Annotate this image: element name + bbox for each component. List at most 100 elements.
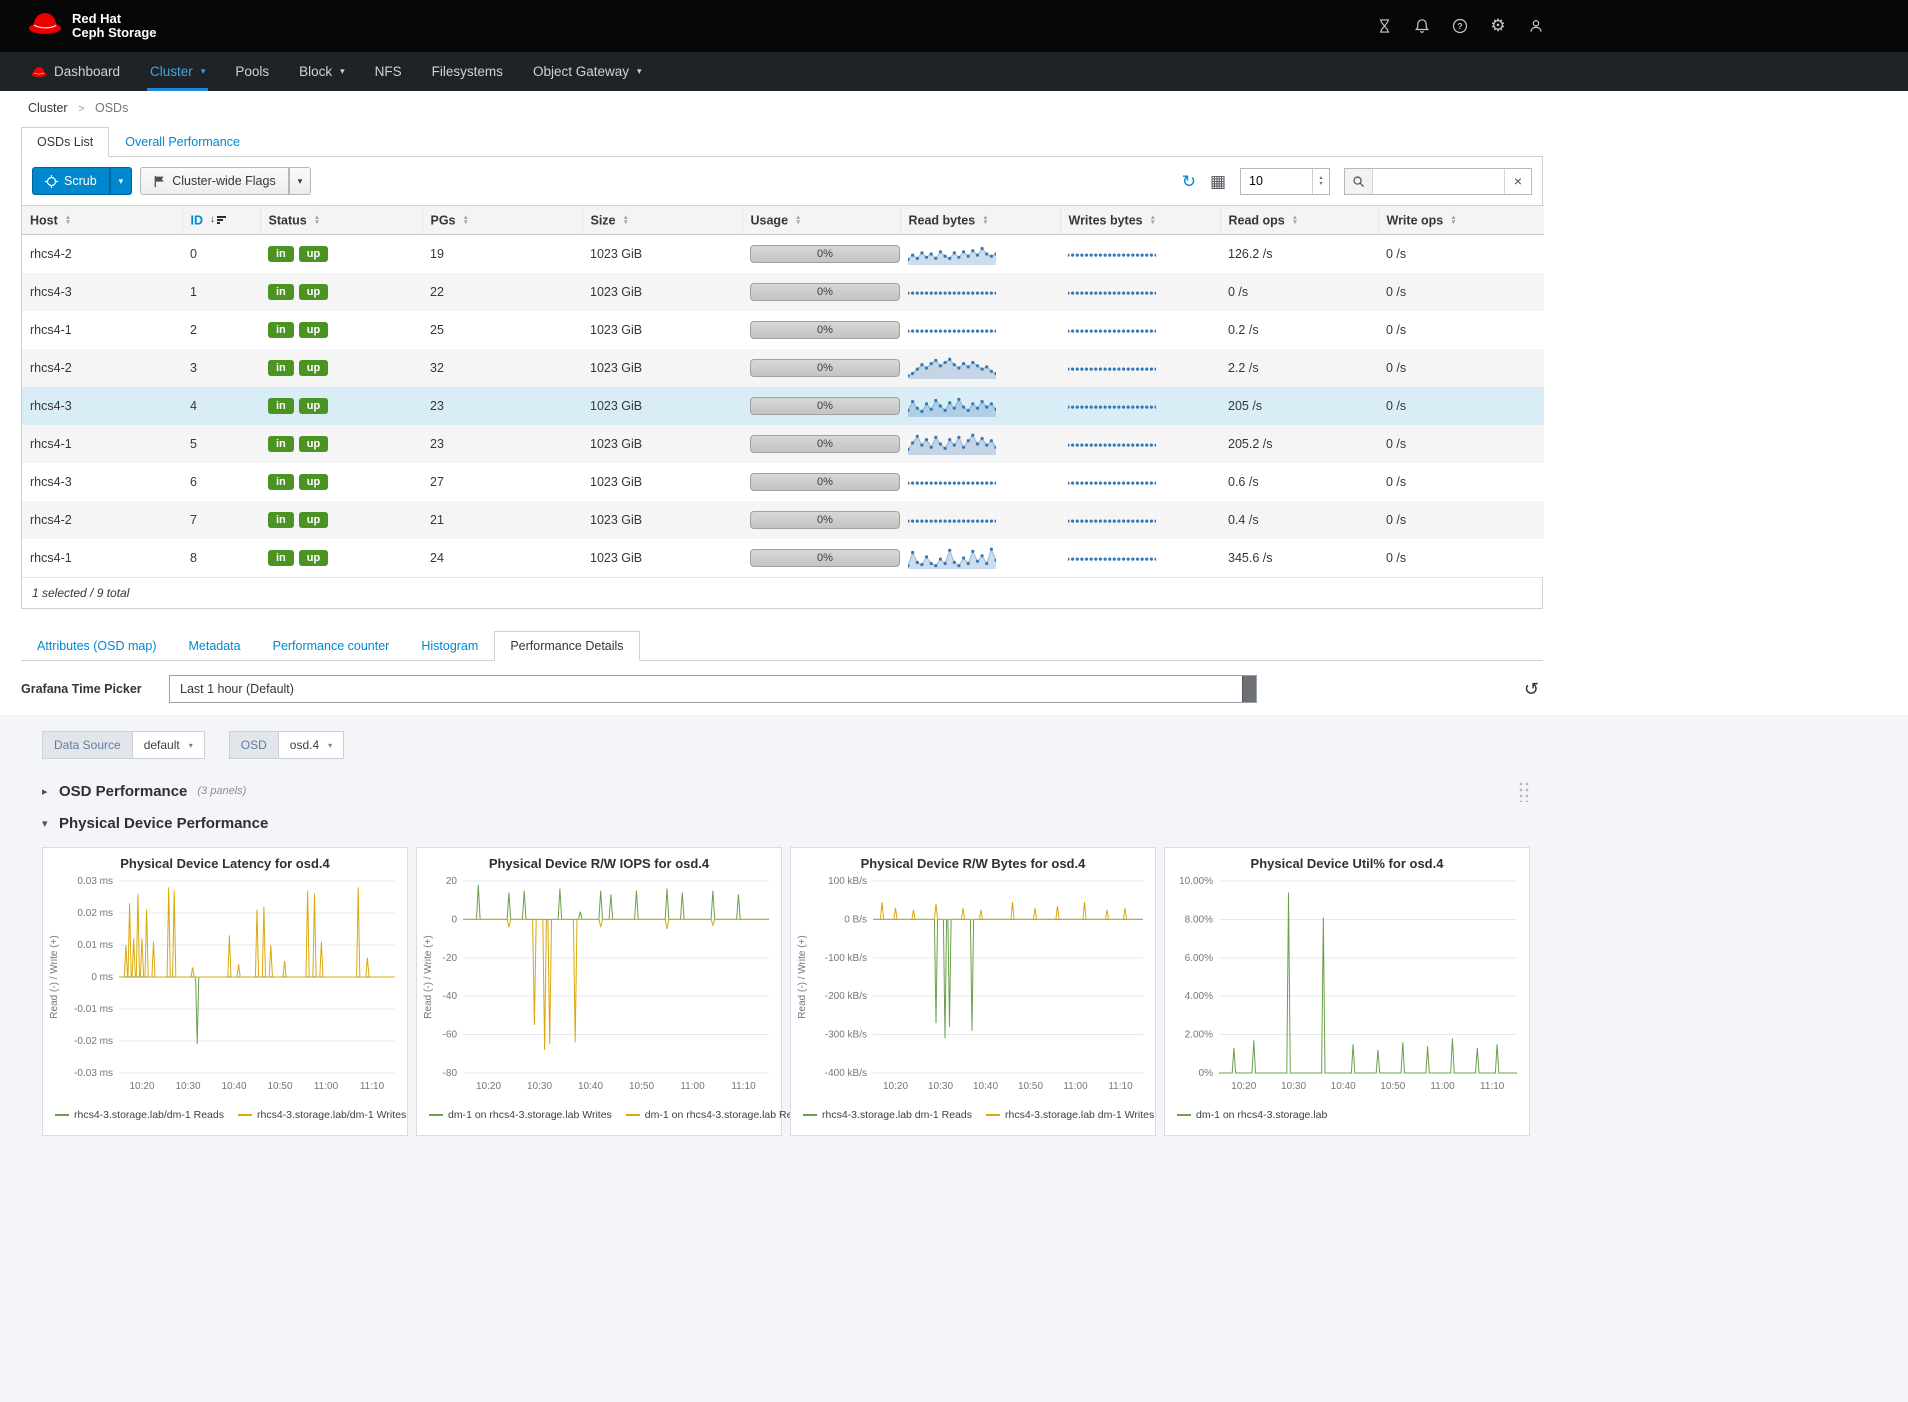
nav-item-cluster[interactable]: Cluster▾ — [135, 52, 220, 91]
svg-text:11:10: 11:10 — [731, 1081, 756, 1092]
usage-bar: 0% — [750, 321, 900, 339]
osd-host: rhcs4-3 — [22, 387, 182, 425]
panel-title[interactable]: Physical Device Util% for osd.4 — [1165, 848, 1529, 871]
svg-text:10:50: 10:50 — [1018, 1081, 1043, 1092]
variable-select-data-source[interactable]: default▾ — [133, 731, 205, 759]
osd-host: rhcs4-1 — [22, 311, 182, 349]
detail-tab-attributes-osd-map[interactable]: Attributes (OSD map) — [21, 631, 172, 661]
detail-tab-performance-details[interactable]: Performance Details — [494, 631, 639, 661]
hourglass-icon[interactable] — [1375, 17, 1393, 35]
tab-overall-performance[interactable]: Overall Performance — [109, 127, 256, 157]
panel-title[interactable]: Physical Device Latency for osd.4 — [43, 848, 407, 871]
status-badge-up: up — [299, 436, 328, 452]
osd-row-6[interactable]: rhcs4-36inup271023 GiB0%0.6 /s0 /s — [22, 463, 1544, 501]
legend-item-rhcs4-3-storage-lab-dm-1-writes[interactable]: rhcs4-3.storage.lab/dm-1 Writes — [238, 1109, 406, 1121]
legend-color-key — [55, 1114, 69, 1116]
nav-item-dashboard[interactable]: Dashboard — [16, 52, 135, 91]
breadcrumb-cluster[interactable]: Cluster — [28, 101, 68, 115]
writes-bytes-sparkline — [1060, 463, 1220, 501]
legend-item-rhcs4-3-storage-lab-dm-1-reads[interactable]: rhcs4-3.storage.lab/dm-1 Reads — [55, 1109, 224, 1121]
variable-select-osd[interactable]: osd.4▾ — [279, 731, 344, 759]
column-header-id[interactable]: ID↓ — [182, 206, 260, 235]
usage-bar: 0% — [750, 549, 900, 567]
nav-item-pools[interactable]: Pools — [220, 52, 284, 91]
osd-row-7[interactable]: rhcs4-27inup211023 GiB0%0.4 /s0 /s — [22, 501, 1544, 539]
writes-bytes-sparkline — [1060, 425, 1220, 463]
tab-osds-list[interactable]: OSDs List — [21, 127, 109, 157]
bell-icon[interactable] — [1413, 17, 1431, 35]
sort-icon: ▲▼ — [1450, 215, 1456, 225]
legend-item-dm-1-on-rhcs4-3-storage-lab-writes[interactable]: dm-1 on rhcs4-3.storage.lab Writes — [429, 1109, 612, 1121]
search-input[interactable] — [1373, 169, 1504, 194]
svg-text:-80: -80 — [443, 1068, 458, 1079]
column-header-size[interactable]: Size▲▼ — [582, 206, 742, 235]
status-badge-in: in — [268, 398, 294, 414]
refresh-icon[interactable]: ↻ — [1182, 173, 1196, 190]
column-header-pgs[interactable]: PGs▲▼ — [422, 206, 582, 235]
svg-text:11:00: 11:00 — [1063, 1081, 1088, 1092]
page-size-value[interactable] — [1243, 173, 1301, 189]
cluster-wide-flags-caret-button[interactable]: ▾ — [289, 167, 312, 195]
undo-time-picker-icon[interactable]: ↺ — [1524, 679, 1543, 700]
grafana-row-physical-device-performance[interactable]: ▾ Physical Device Performance — [42, 807, 1530, 839]
clear-search-icon[interactable]: × — [1504, 169, 1531, 194]
page-size-input[interactable]: ▴▾ — [1240, 168, 1330, 195]
grafana-time-picker-row: Grafana Time Picker Last 1 hour (Default… — [21, 675, 1543, 703]
svg-text:-400 kB/s: -400 kB/s — [825, 1068, 867, 1079]
legend-item-dm-1-on-rhcs4-3-storage-lab-reads[interactable]: dm-1 on rhcs4-3.storage.lab Reads — [626, 1109, 810, 1121]
nav-item-block[interactable]: Block▾ — [284, 52, 360, 91]
legend-item-rhcs4-3-storage-lab-dm-1-reads[interactable]: rhcs4-3.storage.lab dm-1 Reads — [803, 1109, 972, 1121]
osd-size: 1023 GiB — [582, 463, 742, 501]
time-picker-select[interactable]: Last 1 hour (Default) — [169, 675, 1257, 703]
grafana-row-osd-performance[interactable]: ▸ OSD Performance (3 panels) — [42, 775, 1530, 807]
user-icon[interactable] — [1527, 17, 1545, 35]
osd-host: rhcs4-2 — [22, 501, 182, 539]
nav-item-nfs[interactable]: NFS — [360, 52, 417, 91]
column-header-read-ops[interactable]: Read ops▲▼ — [1220, 206, 1378, 235]
drag-handle-icon[interactable] — [1517, 780, 1530, 802]
legend-item-dm-1-on-rhcs4-3-storage-lab[interactable]: dm-1 on rhcs4-3.storage.lab — [1177, 1109, 1327, 1121]
column-header-writes-bytes[interactable]: Writes bytes▲▼ — [1060, 206, 1220, 235]
osd-row-1[interactable]: rhcs4-31inup221023 GiB0%0 /s0 /s — [22, 273, 1544, 311]
panel-title[interactable]: Physical Device R/W IOPS for osd.4 — [417, 848, 781, 871]
osd-write-ops: 0 /s — [1378, 273, 1544, 311]
table-columns-icon[interactable]: ▦ — [1210, 173, 1226, 190]
help-icon[interactable]: ? — [1451, 17, 1469, 35]
osd-pgs: 27 — [422, 463, 582, 501]
svg-text:-200 kB/s: -200 kB/s — [825, 991, 867, 1002]
nav-item-object-gateway[interactable]: Object Gateway▾ — [518, 52, 657, 91]
osd-pgs: 32 — [422, 349, 582, 387]
osd-row-8[interactable]: rhcs4-18inup241023 GiB0%345.6 /s0 /s — [22, 539, 1544, 577]
cluster-wide-flags-button[interactable]: Cluster-wide Flags — [140, 167, 289, 195]
nav-item-filesystems[interactable]: Filesystems — [417, 52, 518, 91]
osd-row-5[interactable]: rhcs4-15inup231023 GiB0%205.2 /s0 /s — [22, 425, 1544, 463]
panel-title[interactable]: Physical Device R/W Bytes for osd.4 — [791, 848, 1155, 871]
column-header-usage[interactable]: Usage▲▼ — [742, 206, 900, 235]
legend-item-rhcs4-3-storage-lab-dm-1-writes[interactable]: rhcs4-3.storage.lab dm-1 Writes — [986, 1109, 1154, 1121]
scrub-button[interactable]: Scrub — [32, 167, 110, 195]
legend-color-key — [986, 1114, 1000, 1116]
detail-tab-histogram[interactable]: Histogram — [405, 631, 494, 661]
svg-text:10:30: 10:30 — [928, 1081, 953, 1092]
scrub-caret-button[interactable]: ▾ — [110, 167, 133, 195]
osd-row-2[interactable]: rhcs4-12inup251023 GiB0%0.2 /s0 /s — [22, 311, 1544, 349]
column-header-host[interactable]: Host▲▼ — [22, 206, 182, 235]
page-size-spinner-icon[interactable]: ▴▾ — [1312, 169, 1329, 194]
osd-row-4[interactable]: rhcs4-34inup231023 GiB0%205 /s0 /s — [22, 387, 1544, 425]
detail-tab-performance-counter[interactable]: Performance counter — [257, 631, 406, 661]
osd-id: 8 — [182, 539, 260, 577]
redhat-icon — [31, 66, 47, 78]
select-scrollbar[interactable] — [1242, 676, 1256, 702]
detail-tab-metadata[interactable]: Metadata — [172, 631, 256, 661]
osd-row-3[interactable]: rhcs4-23inup321023 GiB0%2.2 /s0 /s — [22, 349, 1544, 387]
svg-text:2.00%: 2.00% — [1185, 1030, 1213, 1041]
gear-icon[interactable]: ⚙ — [1489, 17, 1507, 35]
grafana-panel-physical-device-util-for-osd-4: Physical Device Util% for osd.410.00%8.0… — [1164, 847, 1530, 1136]
osd-read-ops: 0.6 /s — [1220, 463, 1378, 501]
column-header-read-bytes[interactable]: Read bytes▲▼ — [900, 206, 1060, 235]
status-badge-in: in — [268, 322, 294, 338]
column-header-status[interactable]: Status▲▼ — [260, 206, 422, 235]
column-header-write-ops[interactable]: Write ops▲▼ — [1378, 206, 1544, 235]
grafana-variables: Data Sourcedefault▾OSDosd.4▾ — [42, 731, 1530, 759]
osd-row-0[interactable]: rhcs4-20inup191023 GiB0%126.2 /s0 /s — [22, 235, 1544, 274]
